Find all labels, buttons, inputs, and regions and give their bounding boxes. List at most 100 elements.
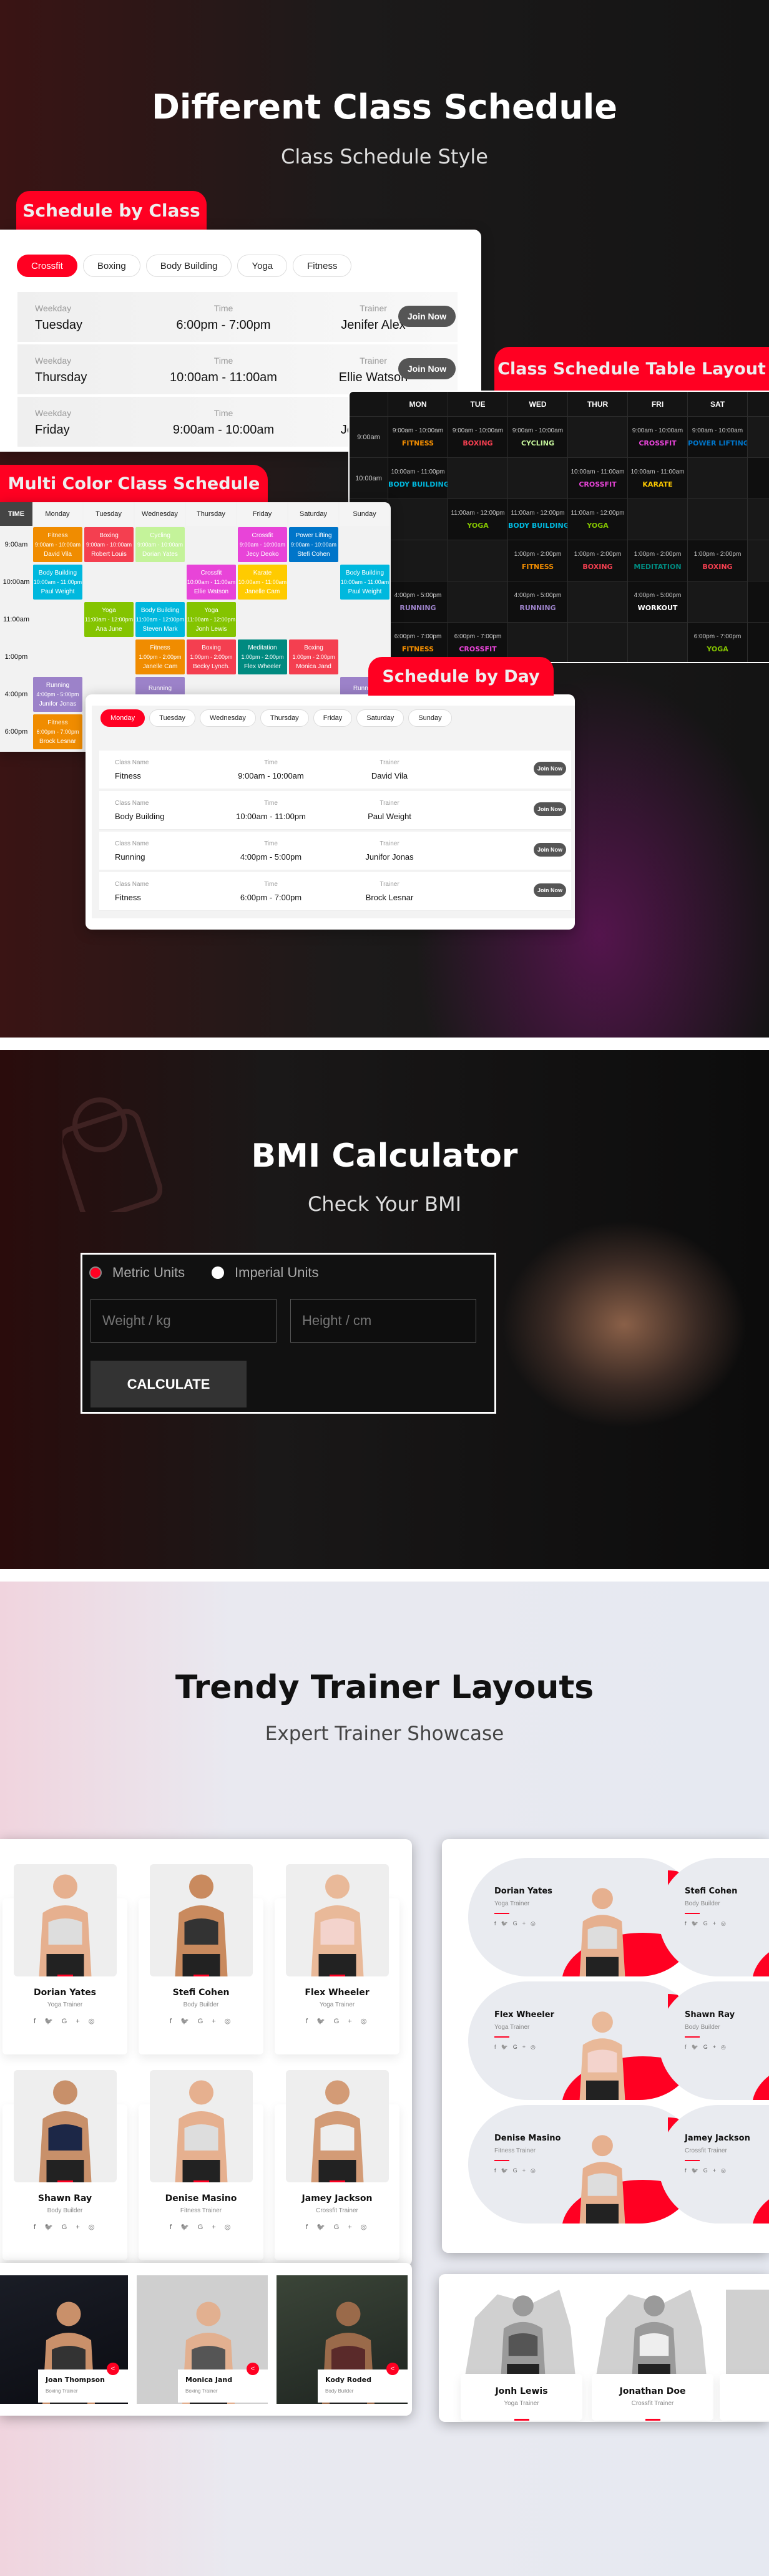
instagram-icon[interactable]: ◎ [225, 2223, 240, 2231]
table-cell[interactable]: 9:00am - 10:00am POWER LIFTING [688, 417, 748, 458]
facebook-icon[interactable]: f [685, 2044, 692, 2050]
instagram-icon[interactable]: ◎ [89, 2223, 104, 2231]
day-tab-wednesday[interactable]: Wednesday [199, 709, 256, 727]
twitter-icon[interactable]: 🐦 [316, 2017, 334, 2025]
table-cell[interactable]: 4:00pm - 5:00pm WORKOUT [628, 581, 688, 623]
instagram-icon[interactable]: ◎ [361, 2223, 376, 2231]
twitter-icon[interactable]: 🐦 [316, 2223, 334, 2231]
class-block[interactable]: Body Building 10:00am - 11:00am Paul Weigh… [340, 565, 389, 600]
day-tab-friday[interactable]: Friday [313, 709, 353, 727]
google-plus-icon[interactable]: G+ [198, 2018, 225, 2025]
instagram-icon[interactable]: ◎ [721, 1920, 731, 1927]
class-block[interactable]: Boxing 9:00am - 10:00am Robert Louis [84, 527, 134, 562]
class-block[interactable]: Running 4:00pm - 5:00pm Junifor Jonas [33, 677, 82, 712]
class-block[interactable]: Yoga 11:00am - 12:00pm Jonh Lewis [187, 602, 236, 637]
class-block[interactable]: Body Building 10:00am - 11:00pm Paul Weigh… [33, 565, 82, 600]
join-now-button[interactable]: Join Now [534, 762, 566, 775]
instagram-icon[interactable]: ◎ [361, 2017, 376, 2025]
google-plus-icon[interactable]: G+ [513, 1920, 531, 1927]
table-cell[interactable]: 4:0 [748, 581, 769, 623]
google-plus-icon[interactable]: G+ [513, 2167, 531, 2174]
instagram-icon[interactable]: ◎ [89, 2017, 104, 2025]
table-cell[interactable]: 6:0 MA [748, 623, 769, 662]
join-now-button[interactable]: Join Now [398, 358, 456, 379]
facebook-icon[interactable]: f [34, 2224, 44, 2231]
share-icon[interactable]: < [386, 2363, 399, 2375]
instagram-icon[interactable]: ◎ [531, 2044, 541, 2051]
facebook-icon[interactable]: f [494, 2167, 501, 2174]
class-tab-yoga[interactable]: Yoga [237, 255, 288, 277]
imperial-units-label[interactable]: Imperial Units [235, 1265, 318, 1281]
class-block[interactable]: Meditation 1:00pm - 2:00pm Flex Wheeler [238, 639, 287, 674]
twitter-icon[interactable]: 🐦 [44, 2223, 62, 2231]
facebook-icon[interactable]: f [170, 2018, 180, 2025]
twitter-icon[interactable]: 🐦 [501, 2044, 513, 2051]
class-tab-body-building[interactable]: Body Building [145, 255, 232, 277]
table-cell[interactable]: 1:00pm - 2:00pm BOXING [688, 540, 748, 581]
class-block[interactable]: Boxing 1:00pm - 2:00pm Becky Lynch. [187, 639, 236, 674]
day-tab-thursday[interactable]: Thursday [260, 709, 309, 727]
google-plus-icon[interactable]: G+ [62, 2018, 89, 2025]
class-block[interactable]: Body Building 11:00am - 12:00pm Steven Mar… [135, 602, 185, 637]
class-block[interactable]: Yoga 11:00am - 12:00pm Ana June [84, 602, 134, 637]
facebook-icon[interactable]: f [34, 2018, 44, 2025]
table-cell[interactable]: 4:00pm - 5:00pm RUNNING [388, 581, 448, 623]
google-plus-icon[interactable]: G+ [703, 1920, 721, 1927]
twitter-icon[interactable]: 🐦 [501, 1920, 513, 1927]
table-cell[interactable]: 9:00am - 10:00am CROSSFIT [628, 417, 688, 458]
facebook-icon[interactable]: f [685, 1920, 692, 1927]
facebook-icon[interactable]: f [494, 1920, 501, 1927]
google-plus-icon[interactable]: G+ [334, 2224, 361, 2231]
metric-units-radio[interactable] [89, 1266, 102, 1279]
instagram-icon[interactable]: ◎ [721, 2167, 731, 2174]
class-block[interactable]: Boxing 1:00pm - 2:00pm Monica Jand [289, 639, 338, 674]
day-tab-monday[interactable]: Monday [100, 709, 145, 727]
facebook-icon[interactable]: f [306, 2224, 316, 2231]
instagram-icon[interactable]: ◎ [531, 2167, 541, 2174]
twitter-icon[interactable]: 🐦 [501, 2167, 513, 2174]
facebook-icon[interactable]: f [685, 2167, 692, 2174]
metric-units-label[interactable]: Metric Units [112, 1265, 185, 1281]
table-cell[interactable]: 9:00am - 10:00am FITNESS [388, 417, 448, 458]
google-plus-icon[interactable]: G+ [198, 2224, 225, 2231]
share-icon[interactable]: < [247, 2363, 259, 2375]
instagram-icon[interactable]: ◎ [225, 2017, 240, 2025]
google-plus-icon[interactable]: G+ [334, 2018, 361, 2025]
table-cell[interactable]: 10:0 BOD [748, 458, 769, 499]
table-cell[interactable]: 11:00am - 12:00pm BODY BUILDING [508, 499, 568, 540]
imperial-units-radio[interactable] [212, 1266, 224, 1279]
table-cell[interactable]: 6:00pm - 7:00pm YOGA [688, 623, 748, 662]
facebook-icon[interactable]: f [306, 2018, 316, 2025]
class-block[interactable]: Power Lifting 9:00am - 10:00am Stefi Cohen [289, 527, 338, 562]
table-cell[interactable]: 10:00am - 11:00am CROSSFIT [568, 458, 628, 499]
instagram-icon[interactable]: ◎ [531, 1920, 541, 1927]
class-block[interactable]: Fitness 1:00pm - 2:00pm Janelle Cam [135, 639, 185, 674]
google-plus-icon[interactable]: G+ [513, 2044, 531, 2050]
facebook-icon[interactable]: f [494, 2044, 501, 2050]
day-tab-sunday[interactable]: Sunday [408, 709, 452, 727]
table-cell[interactable]: 10:00am - 11:00pm BODY BUILDING [388, 458, 448, 499]
table-cell[interactable]: 9:00am - 10:00am BOXING [448, 417, 508, 458]
class-block[interactable]: Fitness 9:00am - 10:00am David Vila [33, 527, 82, 562]
google-plus-icon[interactable]: G+ [703, 2044, 721, 2050]
twitter-icon[interactable]: 🐦 [692, 2167, 703, 2174]
twitter-icon[interactable]: 🐦 [44, 2017, 62, 2025]
table-cell[interactable]: 1:00pm - 2:00pm MEDITATION [628, 540, 688, 581]
class-tab-fitness[interactable]: Fitness [293, 255, 352, 277]
table-cell[interactable]: 1:00pm - 2:00pm BOXING [568, 540, 628, 581]
twitter-icon[interactable]: 🐦 [692, 1920, 703, 1927]
google-plus-icon[interactable]: G+ [703, 2167, 721, 2174]
class-block[interactable]: Karate 10:00am - 11:00am Janelle Cam [238, 565, 287, 600]
height-input[interactable] [290, 1299, 476, 1343]
table-cell[interactable]: 11:00am - 12:00pm YOGA [568, 499, 628, 540]
day-tab-saturday[interactable]: Saturday [356, 709, 404, 727]
facebook-icon[interactable]: f [170, 2224, 180, 2231]
table-cell[interactable]: 10:00am - 11:00am KARATE [628, 458, 688, 499]
google-plus-icon[interactable]: G+ [62, 2224, 89, 2231]
class-tab-crossfit[interactable]: Crossfit [17, 255, 77, 277]
table-cell[interactable]: 9:00am - 10:00am CYCLING [508, 417, 568, 458]
table-cell[interactable]: 11:00am - 12:00pm YOGA [448, 499, 508, 540]
table-cell[interactable]: 1:00pm - 2:00pm FITNESS [508, 540, 568, 581]
class-block[interactable]: Fitness 6:00pm - 7:00pm Brock Lesnar [33, 714, 82, 749]
table-cell[interactable]: 4:00pm - 5:00pm RUNNING [508, 581, 568, 623]
